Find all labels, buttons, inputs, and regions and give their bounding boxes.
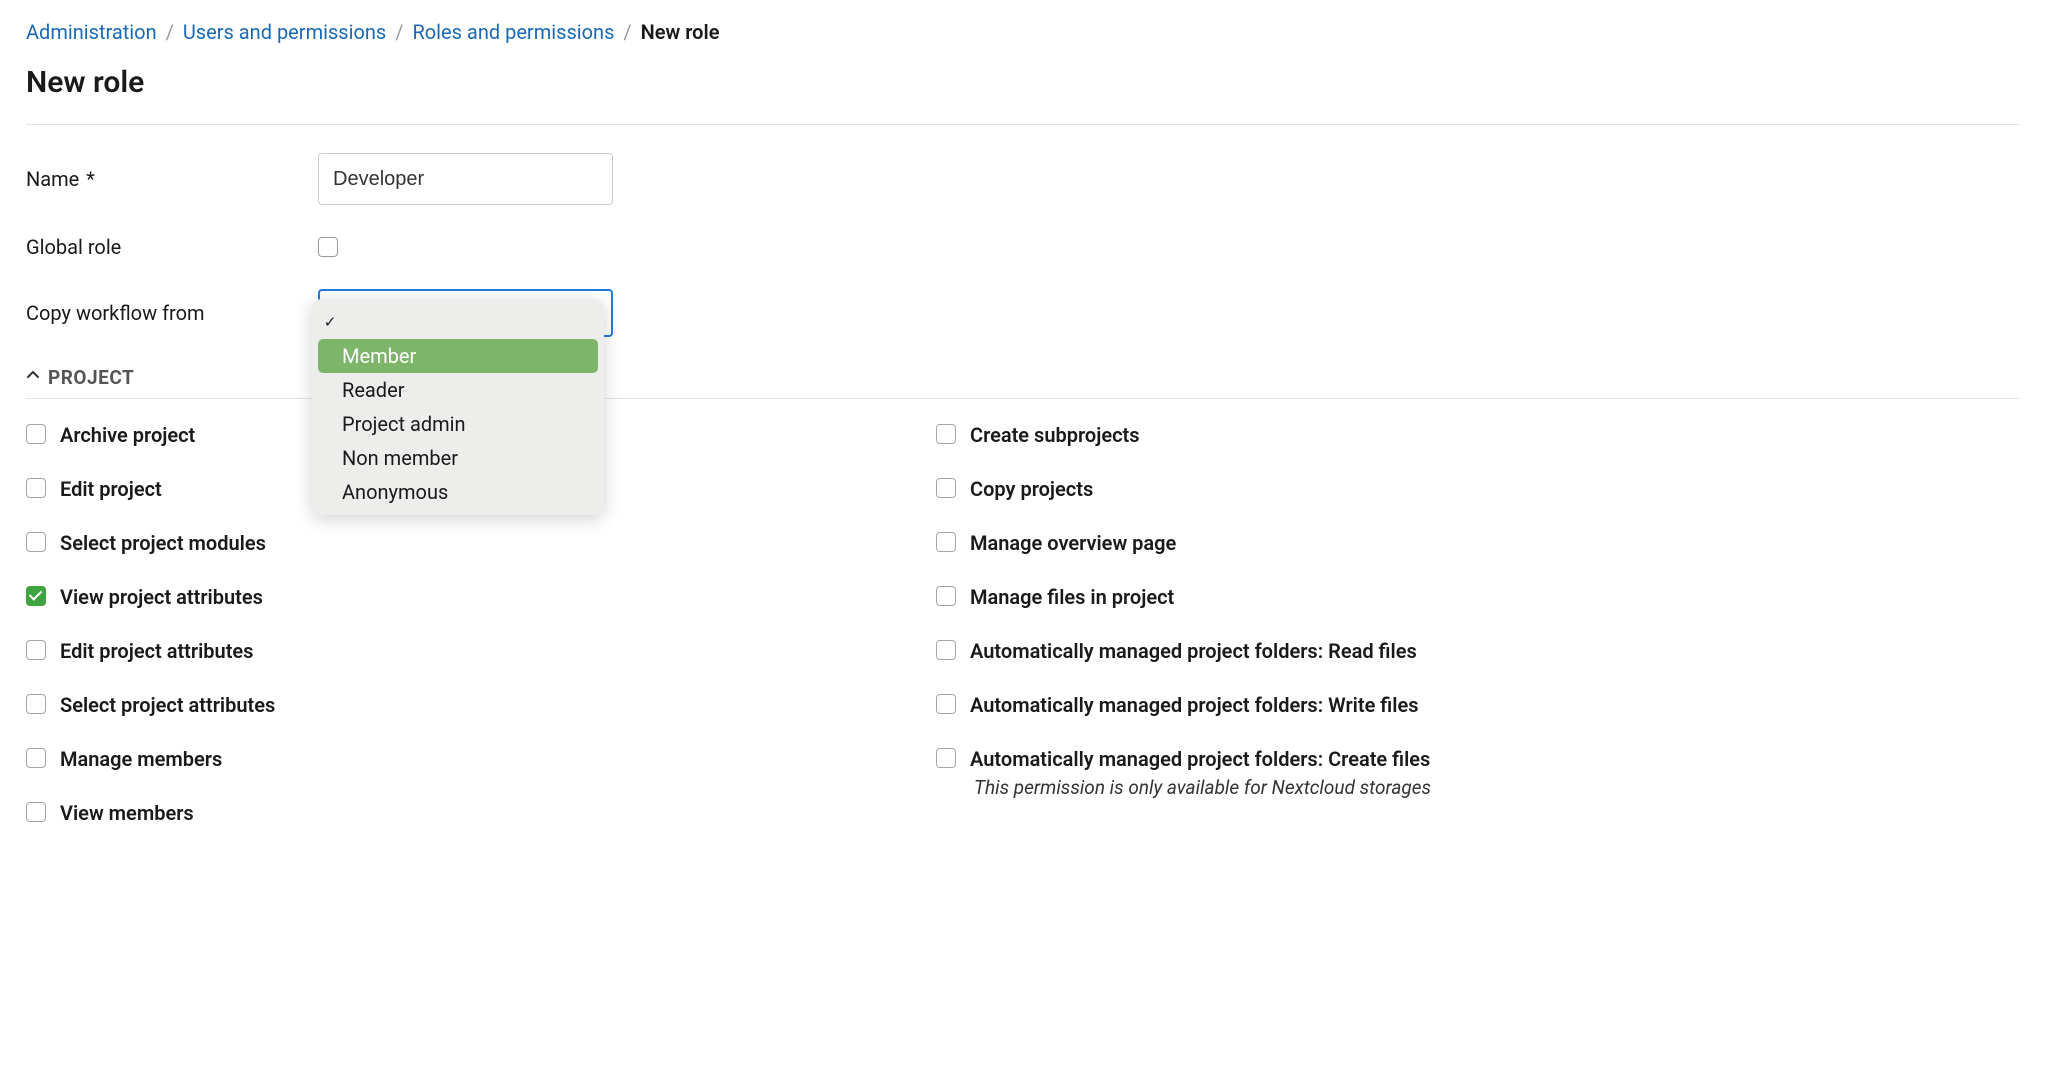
perm-checkbox[interactable] — [936, 586, 956, 606]
page-title: New role — [26, 62, 2020, 104]
perm-manage-overview-page: Manage overview page — [936, 529, 2020, 557]
name-label: Name * — [26, 165, 318, 193]
perm-label: Automatically managed project folders: R… — [970, 637, 1417, 665]
perm-checkbox[interactable] — [936, 478, 956, 498]
perm-label: Automatically managed project folders: C… — [970, 745, 1431, 773]
check-icon: ✓ — [318, 312, 342, 333]
dropdown-option-anonymous[interactable]: Anonymous — [318, 475, 598, 509]
perm-copy-projects: Copy projects — [936, 475, 2020, 503]
perm-checkbox[interactable] — [26, 478, 46, 498]
perm-label: Manage members — [60, 745, 222, 773]
dropdown-option-label: Project admin — [342, 410, 598, 438]
breadcrumb-separator: / — [395, 20, 403, 44]
perm-checkbox[interactable] — [26, 586, 46, 606]
perm-manage-members: Manage members — [26, 745, 896, 773]
perm-checkbox[interactable] — [26, 532, 46, 552]
perm-note: This permission is only available for Ne… — [970, 775, 1431, 802]
perm-label: Create subprojects — [970, 421, 1140, 449]
perm-checkbox[interactable] — [26, 694, 46, 714]
perm-checkbox[interactable] — [936, 748, 956, 768]
form-row-global-role: Global role — [26, 233, 2020, 261]
perm-label: Manage files in project — [970, 583, 1174, 611]
breadcrumb-link-administration[interactable]: Administration — [26, 20, 157, 44]
section-title: PROJECT — [48, 365, 134, 392]
perm-checkbox[interactable] — [936, 640, 956, 660]
copy-workflow-label: Copy workflow from — [26, 299, 318, 327]
required-asterisk: * — [86, 167, 95, 191]
dropdown-option-label: Member — [342, 342, 598, 370]
perm-checkbox[interactable] — [26, 640, 46, 660]
breadcrumb-separator: / — [623, 20, 631, 44]
permissions-col-right: Create subprojects Copy projects Manage … — [936, 421, 2020, 827]
perm-checkbox[interactable] — [936, 532, 956, 552]
breadcrumb-separator: / — [166, 20, 174, 44]
breadcrumb: Administration / Users and permissions /… — [26, 18, 2020, 46]
perm-checkbox[interactable] — [26, 802, 46, 822]
perm-label: Edit project attributes — [60, 637, 253, 665]
perm-checkbox[interactable] — [26, 424, 46, 444]
breadcrumb-link-roles-permissions[interactable]: Roles and permissions — [412, 20, 614, 44]
dropdown-option-project-admin[interactable]: Project admin — [318, 407, 598, 441]
perm-folders-write: Automatically managed project folders: W… — [936, 691, 2020, 719]
perm-view-project-attributes: View project attributes — [26, 583, 896, 611]
form-row-copy-workflow: Copy workflow from ✓ Member Reader Proje… — [26, 289, 2020, 337]
breadcrumb-link-users-permissions[interactable]: Users and permissions — [183, 20, 386, 44]
breadcrumb-current: New role — [641, 20, 720, 44]
dropdown-option-non-member[interactable]: Non member — [318, 441, 598, 475]
name-input[interactable] — [318, 153, 613, 205]
dropdown-option-member[interactable]: Member — [318, 339, 598, 373]
perm-label: Edit project — [60, 475, 162, 503]
perm-manage-files: Manage files in project — [936, 583, 2020, 611]
perm-label: Select project attributes — [60, 691, 275, 719]
dropdown-option-label: Non member — [342, 444, 598, 472]
perm-edit-project-attributes: Edit project attributes — [26, 637, 896, 665]
divider — [26, 124, 2020, 125]
global-role-label: Global role — [26, 233, 318, 261]
perm-create-subprojects: Create subprojects — [936, 421, 2020, 449]
perm-checkbox[interactable] — [936, 694, 956, 714]
perm-label: Archive project — [60, 421, 195, 449]
perm-folders-create: Automatically managed project folders: C… — [936, 745, 2020, 802]
perm-label: Automatically managed project folders: W… — [970, 691, 1419, 719]
perm-view-members: View members — [26, 799, 896, 827]
perm-select-project-attributes: Select project attributes — [26, 691, 896, 719]
perm-label: View project attributes — [60, 583, 263, 611]
copy-workflow-dropdown-wrap: ✓ Member Reader Project admin Non member — [318, 289, 613, 337]
perm-label: View members — [60, 799, 194, 827]
perm-folders-read: Automatically managed project folders: R… — [936, 637, 2020, 665]
perm-checkbox[interactable] — [936, 424, 956, 444]
chevron-up-icon — [26, 368, 40, 389]
dropdown-option-label: Reader — [342, 376, 598, 404]
dropdown-option-label: Anonymous — [342, 478, 598, 506]
global-role-checkbox[interactable] — [318, 237, 338, 257]
perm-label: Copy projects — [970, 475, 1093, 503]
perm-label: Select project modules — [60, 529, 266, 557]
perm-select-project-modules: Select project modules — [26, 529, 896, 557]
copy-workflow-dropdown-menu: ✓ Member Reader Project admin Non member — [312, 299, 604, 515]
perm-checkbox[interactable] — [26, 748, 46, 768]
dropdown-option-blank[interactable]: ✓ — [318, 305, 598, 339]
perm-label: Manage overview page — [970, 529, 1176, 557]
dropdown-option-reader[interactable]: Reader — [318, 373, 598, 407]
form-row-name: Name * — [26, 153, 2020, 205]
